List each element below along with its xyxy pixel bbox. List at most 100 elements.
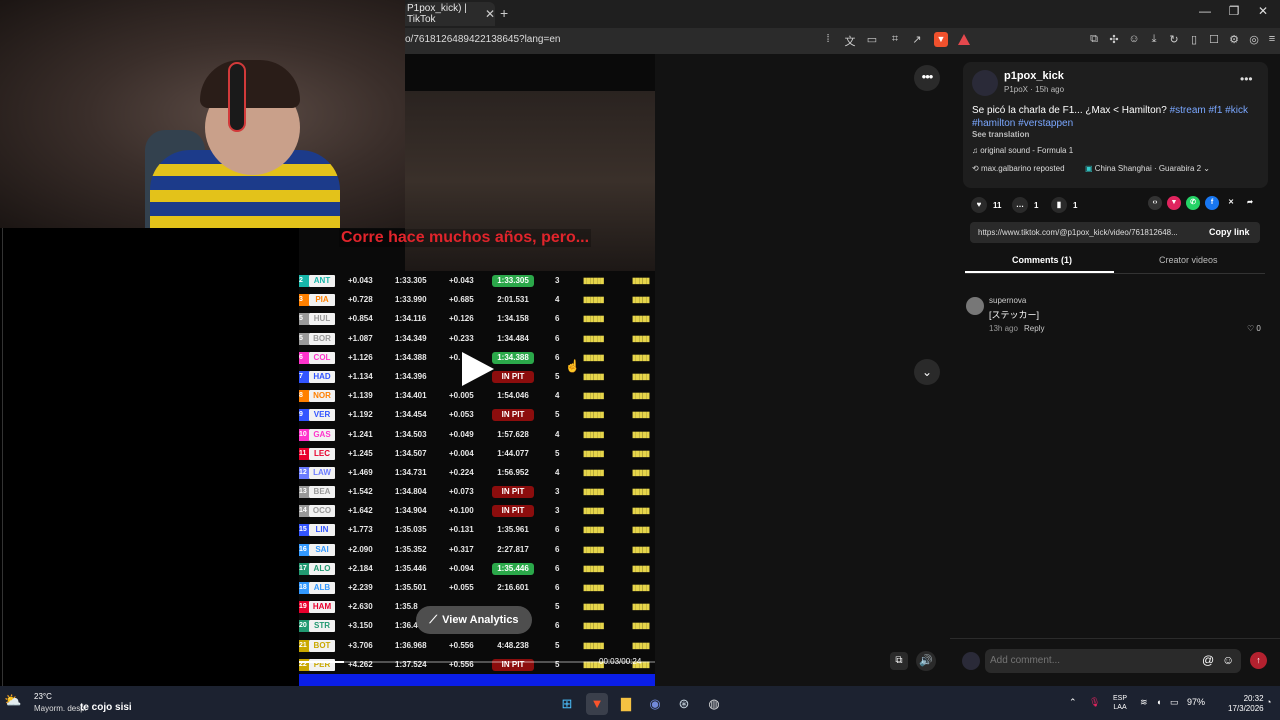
reposted-by[interactable]: ⟲ max.galbarino reposted (972, 164, 1065, 173)
username[interactable]: p1pox_kick (1004, 70, 1064, 82)
video-link[interactable]: https://www.tiktok.com/@p1pox_kick/video… (978, 228, 1178, 237)
microphone-icon[interactable]: 🎙 (1089, 697, 1100, 708)
stint-count: 4 (555, 391, 560, 401)
see-translation-link[interactable]: See translation (972, 130, 1029, 139)
comment-reply-button[interactable]: Reply (1024, 324, 1044, 333)
translate-icon[interactable]: 文 (842, 33, 858, 49)
clock[interactable]: 20:32 17/3/2026 (1228, 694, 1264, 714)
hashtags-line-2[interactable]: #hamilton #verstappen (972, 118, 1073, 129)
profile-icon[interactable]: ☺ (1126, 33, 1142, 45)
puzzle-icon[interactable]: ✣ (1106, 33, 1122, 46)
obs-icon[interactable]: ◍ (703, 693, 725, 715)
comment-button[interactable]: … 1 (1012, 197, 1038, 213)
facebook-icon[interactable]: f (1205, 196, 1219, 210)
more-options-icon[interactable]: ••• (914, 65, 940, 91)
mini-sector-bars: ▮▮▮▮▮ (632, 448, 650, 458)
last-lap: 1:54.046 (497, 391, 529, 401)
mention-icon[interactable]: @ (1202, 653, 1214, 667)
gap-value: +1.192 (348, 410, 373, 420)
post-more-icon[interactable]: ••• (1240, 72, 1253, 86)
share-icon[interactable]: ↗ (909, 33, 925, 46)
menu-icon[interactable]: ≡ (1264, 33, 1280, 45)
whatsapp-icon[interactable]: ✆ (1186, 196, 1200, 210)
repost-share-icon[interactable]: ▼ (1167, 196, 1181, 210)
lang-line-1: ESP (1113, 695, 1128, 702)
chevron-down-icon: ⌄ (1201, 164, 1211, 173)
gap-value: +2.630 (348, 602, 373, 612)
save-button[interactable]: ▮ 1 (1051, 197, 1077, 213)
browser-tab[interactable]: P1pox_kick) | TikTok ✕ (405, 2, 495, 26)
language-indicator[interactable]: ESP LAA (1113, 694, 1127, 712)
weather-icon[interactable]: ⛅ (4, 692, 21, 709)
close-window-button[interactable]: ✕ (1248, 4, 1278, 18)
view-analytics-button[interactable]: ⟋ View Analytics (416, 606, 532, 634)
cast-icon[interactable]: ▭ (864, 33, 880, 46)
file-explorer-icon[interactable]: ▇ (615, 693, 637, 715)
notification-icon[interactable]: ◔ (1266, 697, 1271, 707)
brave-rewards-icon[interactable] (958, 34, 970, 45)
video-bottom-bar (299, 674, 655, 686)
location-tags[interactable]: ▣ China Shanghai · Guarabira 2 ⌄ (1085, 164, 1210, 173)
sound-link[interactable]: ♫ original sound - Formula 1 (972, 146, 1073, 155)
copy-link-button[interactable]: Copy link (1209, 227, 1250, 237)
share-arrow-icon[interactable]: ➦ (1243, 196, 1257, 210)
screenshot-icon[interactable]: ⌗ (887, 33, 903, 46)
position-number: 21 (299, 639, 309, 652)
tray-chevron-icon[interactable]: ⌃ (1069, 697, 1077, 708)
lap-time: 1:35.352 (395, 544, 427, 554)
new-tab-button[interactable]: + (500, 5, 508, 21)
gap-value: +0.854 (348, 314, 373, 324)
driver-code: HAM (309, 601, 335, 614)
tab-creator-videos[interactable]: Creator videos (1159, 255, 1218, 265)
interval-value: +0.131 (449, 525, 474, 535)
stint-count: 3 (555, 276, 560, 285)
like-button[interactable]: ♥ 11 (971, 197, 1001, 213)
timing-row: 5 BOR +1.087 1:34.349 +0.233 1:34.484 6 ▮▮▮▮▮▮ ▮… (299, 330, 655, 349)
volume-tray-icon[interactable]: ◖ (1156, 697, 1161, 707)
maximize-button[interactable]: ❐ (1219, 4, 1249, 18)
weather-desc[interactable]: Mayorm. desp. (34, 704, 87, 713)
comment-input[interactable] (990, 655, 1190, 666)
send-icon[interactable]: ↑ (1250, 652, 1267, 669)
gap-value: +2.239 (348, 583, 373, 592)
extensions-icon[interactable]: ⧉ (1086, 33, 1102, 46)
x-icon[interactable]: ✕ (1224, 196, 1238, 210)
mini-sector-bars: ▮▮▮▮▮ (632, 276, 650, 285)
last-lap: 1:44.077 (497, 448, 529, 458)
start-icon[interactable]: ⊞ (556, 693, 578, 715)
steam-icon[interactable]: ⊛ (673, 693, 695, 715)
comment-author[interactable]: supernova (989, 296, 1026, 305)
position-number: 15 (299, 524, 309, 537)
chevron-down-icon[interactable]: ⌄ (914, 359, 940, 385)
minimize-button[interactable]: — (1190, 4, 1220, 18)
sector-bars: ▮▮▮▮▮▮ (583, 448, 604, 458)
brave-browser-icon[interactable]: ▼ (586, 693, 608, 715)
comment-avatar[interactable] (966, 297, 984, 315)
url-text[interactable]: o/7618126489422138645?lang=en (405, 34, 560, 45)
download-icon[interactable]: ⤓ (1146, 33, 1162, 46)
embed-icon[interactable]: ‹› (1148, 196, 1162, 210)
read-mode-icon[interactable]: ⁞ (820, 33, 836, 45)
comment-like-button[interactable]: ♡ 0 (1247, 324, 1261, 333)
wallet-icon[interactable]: ◎ (1246, 33, 1262, 46)
play-icon[interactable] (462, 352, 494, 386)
gap-value: +0.728 (348, 295, 373, 305)
bookmark-icon[interactable]: ☐ (1206, 33, 1222, 46)
brave-shield-icon[interactable]: ▼ (934, 32, 948, 47)
tab-close-icon[interactable]: ✕ (485, 7, 495, 21)
tab-comments[interactable]: Comments (1) (1012, 255, 1072, 265)
avatar[interactable] (972, 70, 998, 96)
emoji-icon[interactable]: ☺ (1222, 653, 1234, 667)
battery-icon[interactable]: ▭ (1170, 697, 1179, 708)
discord-icon[interactable]: ◉ (644, 693, 666, 715)
hashtags-line-1[interactable]: #stream #f1 #kick (1170, 105, 1248, 116)
last-lap: 4:48.238 (497, 640, 529, 650)
heart-outline-icon: ♡ (1247, 324, 1257, 333)
sidebar-icon[interactable]: ▯ (1186, 33, 1202, 46)
wifi-icon[interactable]: ≋ (1140, 697, 1148, 708)
weather-temp[interactable]: 23°C (34, 692, 52, 701)
volume-icon[interactable]: 🔊 (916, 651, 936, 671)
settings-icon[interactable]: ⚙ (1226, 33, 1242, 46)
caption-icon[interactable]: ⧉ (890, 652, 908, 670)
history-icon[interactable]: ↻ (1166, 33, 1182, 46)
